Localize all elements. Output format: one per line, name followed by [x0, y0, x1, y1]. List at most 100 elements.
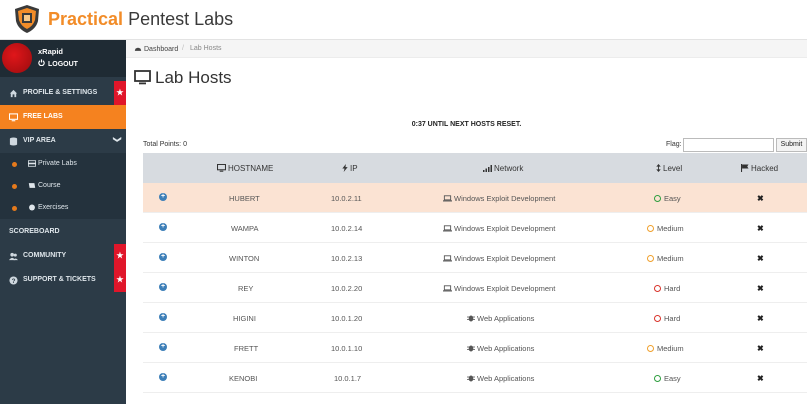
expand-plus-icon[interactable]: +: [159, 223, 167, 231]
level-circle-icon: [654, 375, 661, 382]
level-circle-icon: [647, 255, 654, 262]
brand-part-practical: Practical: [48, 9, 124, 29]
expand-plus-icon[interactable]: +: [159, 283, 167, 291]
table-row[interactable]: + FRETT 10.0.1.10 Web Applications Mediu…: [143, 333, 807, 363]
sidebar-item-vip-area[interactable]: VIP AREA ❯: [0, 129, 126, 153]
cell-hostname: WINTON: [229, 254, 260, 263]
cell-network: Windows Exploit Development: [443, 194, 555, 203]
cell-level-label: Medium: [657, 344, 684, 353]
cell-network-label: Web Applications: [477, 374, 535, 383]
sidebar-subitem-private-labs[interactable]: Private Labs: [0, 153, 126, 175]
expand-plus-icon[interactable]: +: [159, 253, 167, 261]
username: xRapid: [38, 47, 64, 56]
sidebar-item-community[interactable]: COMMUNITY ★: [0, 244, 126, 268]
table-row[interactable]: + HUBERT 10.0.2.11 Windows Exploit Devel…: [143, 183, 807, 213]
level-circle-icon: [654, 195, 661, 202]
expand-plus-icon[interactable]: +: [159, 193, 167, 201]
sidebar: xRapid LOGOUT PROFILE & SETTINGS ★ FREE …: [0, 40, 126, 404]
sidebar-subitem-exercises[interactable]: Exercises: [0, 197, 126, 219]
sidebar-item-scoreboard[interactable]: SCOREBOARD: [0, 220, 126, 244]
table-row[interactable]: + HIGINI 10.0.1.20 Web Applications Hard…: [143, 303, 807, 333]
monitor-icon: [9, 113, 18, 122]
table-row[interactable]: + WINTON 10.0.2.13 Windows Exploit Devel…: [143, 243, 807, 273]
cell-level: Hard: [654, 314, 680, 323]
page-title-text: Lab Hosts: [155, 68, 232, 87]
cell-hostname: HIGINI: [233, 314, 256, 323]
bullet-dot-icon: [12, 184, 17, 189]
th-ip[interactable]: IP: [342, 164, 358, 173]
cell-ip: 10.0.2.11: [331, 194, 362, 203]
expand-plus-icon[interactable]: +: [159, 313, 167, 321]
th-network[interactable]: Network: [483, 164, 523, 173]
svg-text:?: ?: [12, 278, 16, 285]
breadcrumb-current: Lab Hosts: [190, 45, 222, 52]
cell-ip: 10.0.1.10: [331, 344, 363, 353]
th-level[interactable]: Level: [656, 164, 682, 173]
sort-arrows-icon: [656, 164, 661, 172]
flag-label: Flag:: [666, 141, 682, 148]
cross-icon: ✖: [757, 314, 764, 323]
brand-title[interactable]: Practical Pentest Labs: [48, 8, 233, 30]
th-level-label: Level: [663, 164, 683, 173]
page-title: Lab Hosts: [134, 68, 232, 88]
logout-link[interactable]: LOGOUT: [38, 59, 78, 68]
th-hacked[interactable]: Hacked: [741, 164, 778, 173]
cross-icon: ✖: [757, 284, 764, 293]
cell-level: Easy: [654, 374, 681, 383]
cell-network-label: Windows Exploit Development: [454, 194, 556, 203]
cross-icon: ✖: [757, 254, 764, 263]
expand-plus-icon[interactable]: +: [159, 343, 167, 351]
total-points: Total Points: 0: [143, 141, 187, 148]
sidebar-item-label: FREE LABS: [23, 113, 63, 120]
th-hostname-label: HOSTNAME: [228, 164, 274, 173]
table-row[interactable]: + REY 10.0.2.20 Windows Exploit Developm…: [143, 273, 807, 303]
top-header: Practical Pentest Labs: [0, 0, 807, 40]
cell-network-label: Web Applications: [477, 314, 535, 323]
sidebar-item-support-tickets[interactable]: ? SUPPORT & TICKETS ★: [0, 268, 126, 292]
cell-level-label: Medium: [657, 254, 684, 263]
breadcrumb-home[interactable]: Dashboard: [134, 45, 178, 53]
chevron-down-icon: ❯: [113, 136, 123, 143]
cell-hostname: REY: [238, 284, 254, 293]
sidebar-item-free-labs[interactable]: FREE LABS: [0, 105, 126, 129]
cell-level: Medium: [647, 254, 684, 263]
cell-network-label: Windows Exploit Development: [454, 224, 556, 233]
cell-network: Windows Exploit Development: [443, 284, 555, 293]
sidebar-subitem-label: Private Labs: [38, 160, 77, 167]
globe-icon: [29, 204, 35, 211]
sidebar-subitem-course[interactable]: Course: [0, 175, 126, 197]
cell-level-label: Easy: [664, 194, 681, 203]
shield-logo-icon[interactable]: [12, 4, 42, 34]
bug-icon: [467, 315, 475, 322]
cross-icon: ✖: [757, 374, 764, 383]
level-circle-icon: [654, 315, 661, 322]
flag-input[interactable]: [683, 138, 774, 152]
expand-plus-icon[interactable]: +: [159, 373, 167, 381]
th-network-label: Network: [494, 164, 524, 173]
sidebar-subitem-label: Exercises: [38, 204, 69, 211]
laptop-icon: [443, 225, 452, 232]
star-badge-icon: ★: [114, 244, 126, 268]
sidebar-subitem-label: Course: [38, 182, 61, 189]
cell-hostname: HUBERT: [229, 194, 260, 203]
table-row[interactable]: + WAMPA 10.0.2.14 Windows Exploit Develo…: [143, 213, 807, 243]
cell-level: Easy: [654, 194, 681, 203]
level-circle-icon: [647, 225, 654, 232]
sidebar-item-label: COMMUNITY: [23, 252, 67, 259]
cell-ip: 10.0.2.14: [331, 224, 363, 233]
submit-button[interactable]: Submit: [776, 138, 807, 152]
table-row[interactable]: + KENOBI 10.0.1.7 Web Applications Easy …: [143, 363, 807, 393]
level-circle-icon: [654, 285, 661, 292]
sidebar-item-profile-settings[interactable]: PROFILE & SETTINGS ★: [0, 81, 126, 105]
star-badge-icon: ★: [114, 268, 126, 292]
cell-network: Windows Exploit Development: [443, 254, 555, 263]
cell-network-label: Windows Exploit Development: [454, 284, 556, 293]
th-hostname[interactable]: HOSTNAME: [217, 164, 273, 173]
bolt-icon: [342, 164, 348, 172]
cell-level: Medium: [647, 344, 684, 353]
cell-network-label: Web Applications: [477, 344, 535, 353]
question-icon: ?: [9, 276, 18, 285]
sidebar-item-label: VIP AREA: [23, 137, 56, 144]
avatar[interactable]: [2, 43, 32, 73]
sidebar-item-label: SUPPORT & TICKETS: [23, 276, 96, 283]
